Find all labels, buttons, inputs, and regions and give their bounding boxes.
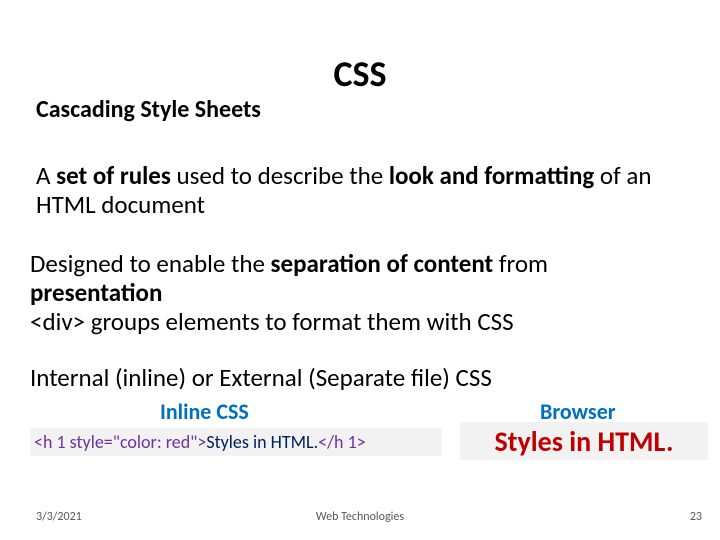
text: from	[493, 248, 548, 279]
internal-external-line: Internal (inline) or External (Separate …	[30, 362, 492, 393]
text-bold: look and formatting	[389, 160, 594, 191]
text: used to describe the	[171, 160, 389, 191]
text-bold: presentation	[30, 277, 162, 308]
code-tag-close: </h 1>	[318, 431, 366, 453]
slide-title: CSS	[0, 52, 720, 96]
text: Designed to enable the	[30, 248, 271, 279]
text-bold: separation of content	[271, 248, 494, 279]
footer-title: Web Technologies	[0, 510, 720, 524]
designed-paragraph: Designed to enable the separation of con…	[30, 250, 684, 336]
text-bold: set of rules	[56, 160, 171, 191]
definition-paragraph: A set of rules used to describe the look…	[36, 162, 684, 220]
browser-result-box: Styles in HTML.	[460, 422, 708, 460]
column-inline-title: Inline CSS	[160, 398, 249, 425]
slide-subtitle: Cascading Style Sheets	[36, 95, 261, 124]
code-tag-open: <h 1 style="color: red">	[34, 431, 206, 453]
code-content: Styles in HTML.	[206, 431, 318, 453]
footer-page-number: 23	[690, 510, 702, 524]
column-browser-title: Browser	[540, 398, 616, 425]
text: A	[36, 160, 56, 191]
text: <div> groups elements to format them wit…	[30, 306, 514, 337]
code-example-box: <h 1 style="color: red"> Styles in HTML.…	[30, 428, 442, 456]
